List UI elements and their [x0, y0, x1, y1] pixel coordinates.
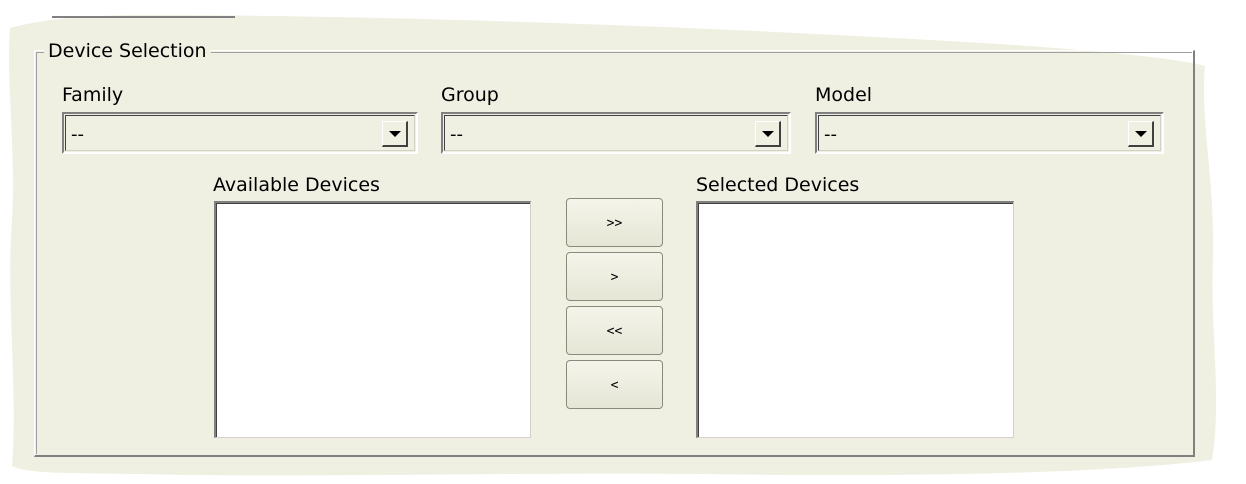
- model-dropdown[interactable]: --: [815, 112, 1164, 154]
- family-dropdown-field: --: [65, 115, 415, 151]
- family-label: Family: [62, 84, 124, 106]
- selected-devices-label: Selected Devices: [696, 174, 860, 196]
- available-devices-list[interactable]: [214, 201, 531, 438]
- family-dropdown-value: --: [71, 124, 84, 145]
- selected-devices-list-area: [698, 203, 1013, 437]
- chevron-down-icon: [1135, 131, 1147, 137]
- add-selected-button[interactable]: >: [566, 252, 663, 301]
- group-dropdown[interactable]: --: [441, 112, 791, 154]
- group-dropdown-field: --: [444, 115, 788, 151]
- model-dropdown-value: --: [824, 124, 837, 145]
- remove-selected-button[interactable]: <: [566, 360, 663, 409]
- group-dropdown-value: --: [450, 124, 463, 145]
- family-dropdown[interactable]: --: [62, 112, 418, 154]
- available-devices-list-area: [216, 203, 530, 437]
- device-selection-screen: Device Selection Family -- Group -- Mode…: [0, 0, 1246, 484]
- model-dropdown-button[interactable]: [1128, 121, 1154, 147]
- model-dropdown-field: --: [818, 115, 1161, 151]
- top-divider: [52, 16, 235, 18]
- remove-all-button[interactable]: <<: [566, 306, 663, 355]
- chevron-down-icon: [389, 131, 401, 137]
- group-title: Device Selection: [44, 40, 211, 62]
- chevron-down-icon: [762, 131, 774, 137]
- selected-devices-list[interactable]: [696, 201, 1014, 438]
- family-dropdown-button[interactable]: [382, 121, 408, 147]
- model-label: Model: [815, 84, 873, 106]
- add-all-button[interactable]: >>: [566, 198, 663, 247]
- group-dropdown-button[interactable]: [755, 121, 781, 147]
- group-label: Group: [441, 84, 499, 106]
- available-devices-label: Available Devices: [213, 174, 380, 196]
